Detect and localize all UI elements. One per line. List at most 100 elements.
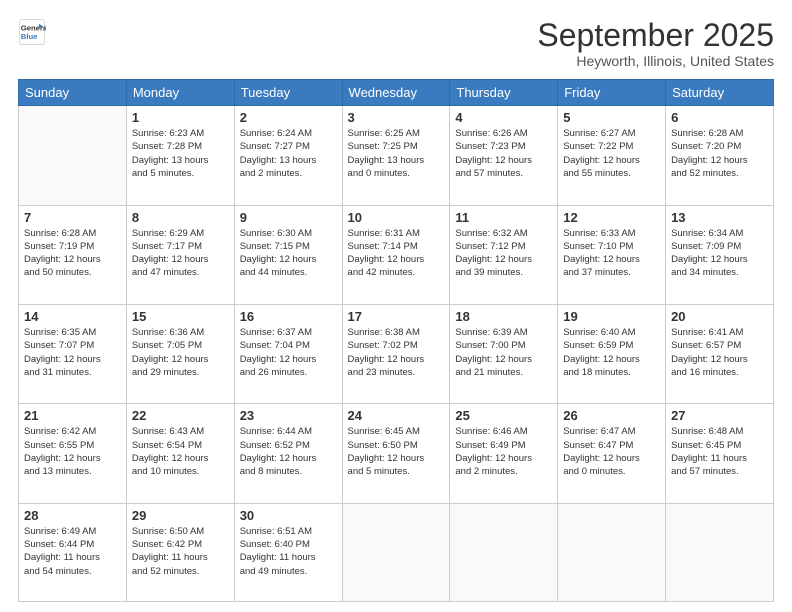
col-friday: Friday (558, 80, 666, 106)
logo-icon: General Blue (18, 18, 46, 46)
day-info: Sunrise: 6:41 AMSunset: 6:57 PMDaylight:… (671, 326, 768, 379)
svg-text:General: General (21, 24, 46, 33)
calendar-cell: 12 Sunrise: 6:33 AMSunset: 7:10 PMDayligh… (558, 205, 666, 304)
day-info: Sunrise: 6:27 AMSunset: 7:22 PMDaylight:… (563, 127, 660, 180)
day-number: 10 (348, 210, 445, 225)
calendar-cell: 16Sunrise: 6:37 AMSunset: 7:04 PMDayligh… (234, 304, 342, 403)
calendar-cell: 19 Sunrise: 6:40 AMSunset: 6:59 PMDayligh… (558, 304, 666, 403)
location-subtitle: Heyworth, Illinois, United States (537, 53, 774, 69)
day-info: Sunrise: 6:26 AMSunset: 7:23 PMDaylight:… (455, 127, 552, 180)
day-number: 21 (24, 408, 121, 423)
calendar-cell: 14Sunrise: 6:35 AMSunset: 7:07 PMDayligh… (19, 304, 127, 403)
day-info: Sunrise: 6:42 AMSunset: 6:55 PMDaylight:… (24, 425, 121, 478)
day-info: Sunrise: 6:30 AMSunset: 7:15 PMDaylight:… (240, 227, 337, 280)
day-number: 24 (348, 408, 445, 423)
day-number: 5 (563, 110, 660, 125)
day-number: 17 (348, 309, 445, 324)
calendar-cell: 30 Sunrise: 6:51 AMSunset: 6:40 PMDayligh… (234, 503, 342, 601)
header-row: Sunday Monday Tuesday Wednesday Thursday… (19, 80, 774, 106)
calendar-cell: 9 Sunrise: 6:30 AMSunset: 7:15 PMDaylight… (234, 205, 342, 304)
day-info: Sunrise: 6:39 AMSunset: 7:00 PMDaylight:… (455, 326, 552, 379)
day-number: 6 (671, 110, 768, 125)
day-number: 13 (671, 210, 768, 225)
calendar-cell: 15 Sunrise: 6:36 AMSunset: 7:05 PMDayligh… (126, 304, 234, 403)
col-wednesday: Wednesday (342, 80, 450, 106)
day-number: 9 (240, 210, 337, 225)
day-info: Sunrise: 6:28 AMSunset: 7:19 PMDaylight:… (24, 227, 121, 280)
col-thursday: Thursday (450, 80, 558, 106)
month-year-title: September 2025 (537, 18, 774, 53)
day-info: Sunrise: 6:29 AMSunset: 7:17 PMDaylight:… (132, 227, 229, 280)
day-number: 30 (240, 508, 337, 523)
calendar-cell: 24 Sunrise: 6:45 AMSunset: 6:50 PMDayligh… (342, 404, 450, 503)
day-info: Sunrise: 6:33 AMSunset: 7:10 PMDaylight:… (563, 227, 660, 280)
day-number: 20 (671, 309, 768, 324)
calendar-cell: 27 Sunrise: 6:48 AMSunset: 6:45 PMDayligh… (666, 404, 774, 503)
day-number: 12 (563, 210, 660, 225)
svg-text:Blue: Blue (21, 32, 38, 41)
day-number: 22 (132, 408, 229, 423)
calendar-cell: 17 Sunrise: 6:38 AMSunset: 7:02 PMDayligh… (342, 304, 450, 403)
day-number: 25 (455, 408, 552, 423)
calendar-cell: 22 Sunrise: 6:43 AMSunset: 6:54 PMDayligh… (126, 404, 234, 503)
day-info: Sunrise: 6:37 AMSunset: 7:04 PMDaylight:… (240, 326, 337, 379)
calendar-cell: 20 Sunrise: 6:41 AMSunset: 6:57 PMDayligh… (666, 304, 774, 403)
day-info: Sunrise: 6:35 AMSunset: 7:07 PMDaylight:… (24, 326, 121, 379)
calendar-cell: 10 Sunrise: 6:31 AMSunset: 7:14 PMDayligh… (342, 205, 450, 304)
day-info: Sunrise: 6:44 AMSunset: 6:52 PMDaylight:… (240, 425, 337, 478)
calendar-cell: 28 Sunrise: 6:49 AMSunset: 6:44 PMDayligh… (19, 503, 127, 601)
day-number: 19 (563, 309, 660, 324)
calendar-cell (558, 503, 666, 601)
calendar-cell: 4Sunrise: 6:26 AMSunset: 7:23 PMDaylight… (450, 106, 558, 205)
calendar-table: Sunday Monday Tuesday Wednesday Thursday… (18, 79, 774, 602)
day-info: Sunrise: 6:34 AMSunset: 7:09 PMDaylight:… (671, 227, 768, 280)
calendar-cell (450, 503, 558, 601)
calendar-cell: 13 Sunrise: 6:34 AMSunset: 7:09 PMDayligh… (666, 205, 774, 304)
calendar-cell: 6Sunrise: 6:28 AMSunset: 7:20 PMDaylight… (666, 106, 774, 205)
col-sunday: Sunday (19, 80, 127, 106)
day-info: Sunrise: 6:43 AMSunset: 6:54 PMDaylight:… (132, 425, 229, 478)
day-number: 29 (132, 508, 229, 523)
day-number: 28 (24, 508, 121, 523)
day-info: Sunrise: 6:46 AMSunset: 6:49 PMDaylight:… (455, 425, 552, 478)
calendar-cell (19, 106, 127, 205)
day-number: 8 (132, 210, 229, 225)
calendar-cell: 25 Sunrise: 6:46 AMSunset: 6:49 PMDayligh… (450, 404, 558, 503)
calendar-cell: 2 Sunrise: 6:24 AMSunset: 7:27 PMDaylight… (234, 106, 342, 205)
day-info: Sunrise: 6:36 AMSunset: 7:05 PMDaylight:… (132, 326, 229, 379)
col-monday: Monday (126, 80, 234, 106)
calendar-cell: 7Sunrise: 6:28 AMSunset: 7:19 PMDaylight… (19, 205, 127, 304)
day-info: Sunrise: 6:40 AMSunset: 6:59 PMDaylight:… (563, 326, 660, 379)
day-info: Sunrise: 6:23 AMSunset: 7:28 PMDaylight:… (132, 127, 229, 180)
logo: General Blue (18, 18, 46, 46)
day-number: 11 (455, 210, 552, 225)
day-info: Sunrise: 6:24 AMSunset: 7:27 PMDaylight:… (240, 127, 337, 180)
calendar-cell (342, 503, 450, 601)
day-info: Sunrise: 6:51 AMSunset: 6:40 PMDaylight:… (240, 525, 337, 578)
day-number: 18 (455, 309, 552, 324)
day-number: 26 (563, 408, 660, 423)
calendar-cell: 11 Sunrise: 6:32 AMSunset: 7:12 PMDayligh… (450, 205, 558, 304)
day-info: Sunrise: 6:47 AMSunset: 6:47 PMDaylight:… (563, 425, 660, 478)
day-info: Sunrise: 6:45 AMSunset: 6:50 PMDaylight:… (348, 425, 445, 478)
calendar-cell: 5 Sunrise: 6:27 AMSunset: 7:22 PMDaylight… (558, 106, 666, 205)
day-info: Sunrise: 6:49 AMSunset: 6:44 PMDaylight:… (24, 525, 121, 578)
header: General Blue September 2025 Heyworth, Il… (18, 18, 774, 69)
calendar-cell: 8 Sunrise: 6:29 AMSunset: 7:17 PMDaylight… (126, 205, 234, 304)
calendar-cell (666, 503, 774, 601)
day-number: 15 (132, 309, 229, 324)
day-info: Sunrise: 6:48 AMSunset: 6:45 PMDaylight:… (671, 425, 768, 478)
calendar-cell: 21 Sunrise: 6:42 AMSunset: 6:55 PMDayligh… (19, 404, 127, 503)
day-info: Sunrise: 6:31 AMSunset: 7:14 PMDaylight:… (348, 227, 445, 280)
day-info: Sunrise: 6:25 AMSunset: 7:25 PMDaylight:… (348, 127, 445, 180)
day-number: 2 (240, 110, 337, 125)
calendar-cell: 3Sunrise: 6:25 AMSunset: 7:25 PMDaylight… (342, 106, 450, 205)
day-number: 27 (671, 408, 768, 423)
calendar-cell: 29 Sunrise: 6:50 AMSunset: 6:42 PMDayligh… (126, 503, 234, 601)
page: General Blue September 2025 Heyworth, Il… (0, 0, 792, 612)
day-info: Sunrise: 6:38 AMSunset: 7:02 PMDaylight:… (348, 326, 445, 379)
day-info: Sunrise: 6:32 AMSunset: 7:12 PMDaylight:… (455, 227, 552, 280)
day-info: Sunrise: 6:50 AMSunset: 6:42 PMDaylight:… (132, 525, 229, 578)
col-saturday: Saturday (666, 80, 774, 106)
calendar-cell: 18 Sunrise: 6:39 AMSunset: 7:00 PMDayligh… (450, 304, 558, 403)
